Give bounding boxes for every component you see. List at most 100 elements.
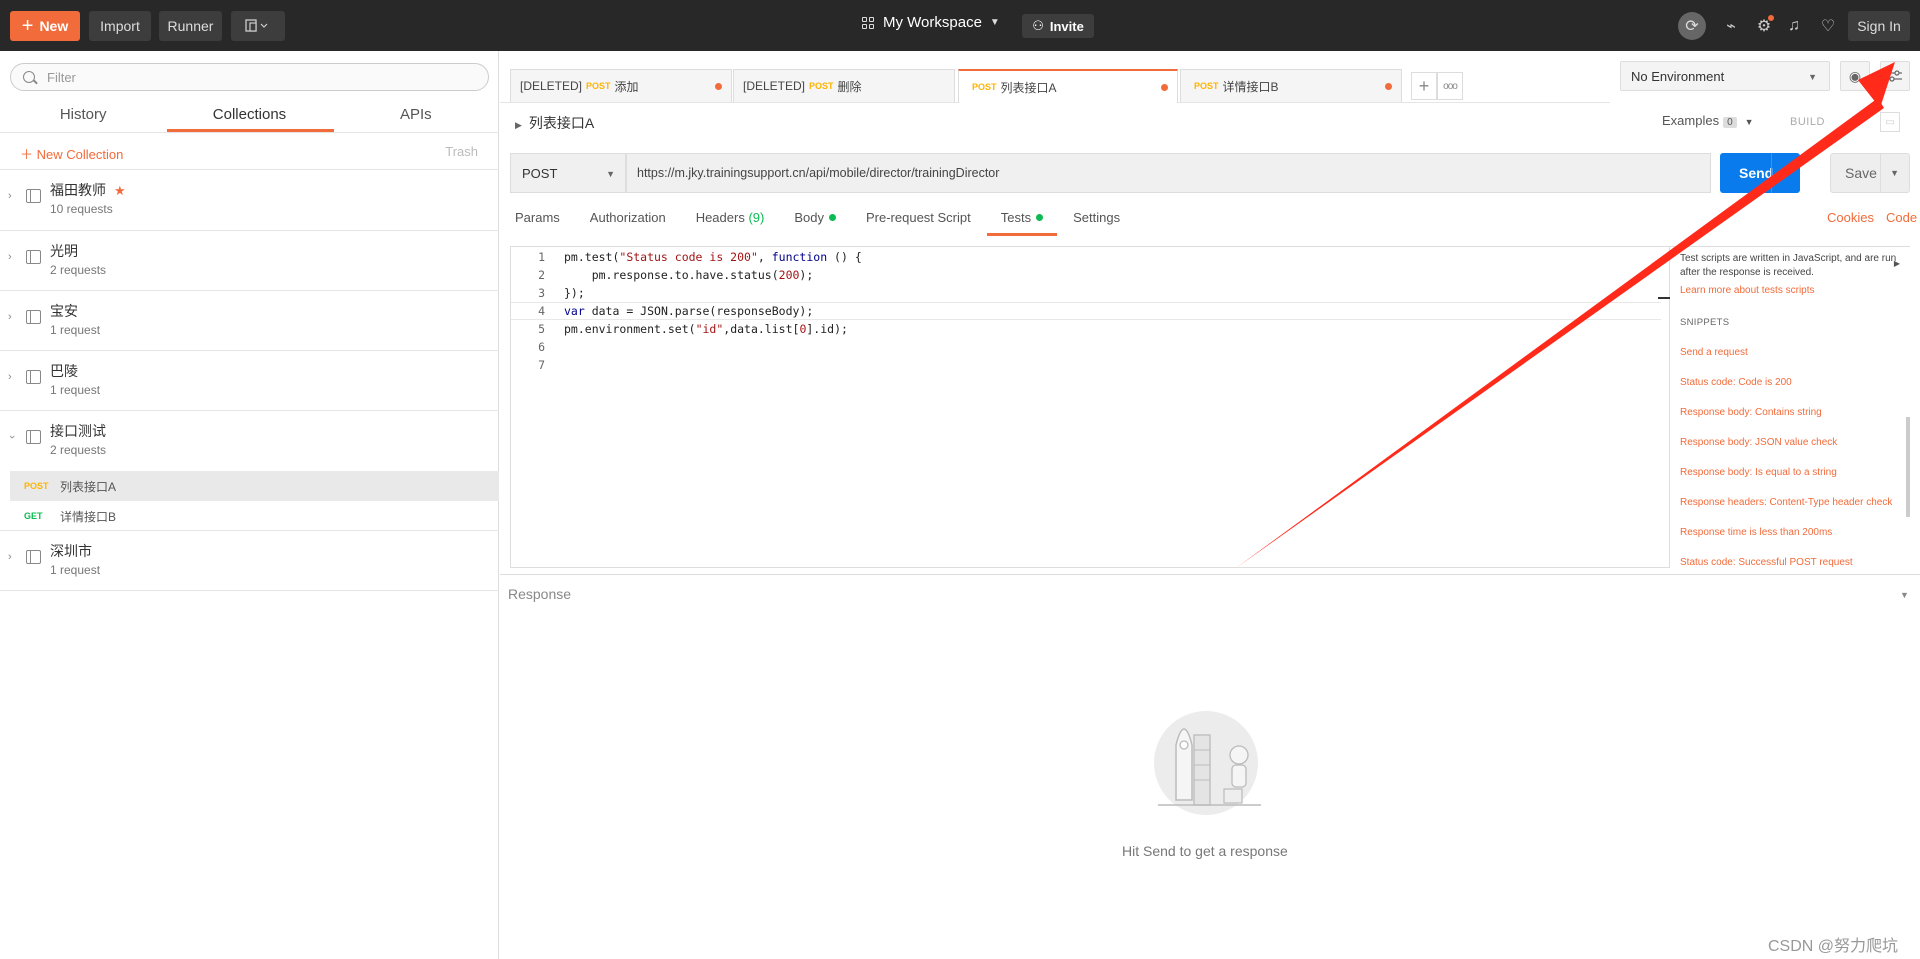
add-tab-button[interactable]: + [1411,72,1437,100]
chevron-down-icon[interactable]: ▼ [1781,167,1790,177]
settings-icon[interactable]: ⚙ [1751,13,1777,39]
new-window-button[interactable] [231,11,285,41]
request-tab[interactable]: POST 详情接口B [1180,69,1402,102]
invite-button[interactable]: ⚇ Invite [1022,14,1094,38]
editor-scrollbar[interactable] [1658,297,1670,299]
snippets-header: SNIPPETS [1680,317,1730,328]
snippet-item[interactable]: Response body: JSON value check [1680,437,1837,448]
request-tab-active[interactable]: POST 列表接口A [958,69,1178,103]
snippet-item[interactable]: Response body: Is equal to a string [1680,467,1837,478]
url-input[interactable]: https://m.jky.trainingsupport.cn/api/mob… [626,153,1711,193]
collection-item[interactable]: › 接口测试 2 requests [0,411,499,469]
snippets-panel: Test scripts are written in JavaScript, … [1670,246,1910,568]
response-divider[interactable] [500,574,1920,575]
chevron-right-icon: › [8,251,12,263]
tab-history[interactable]: History [0,101,166,131]
request-tab[interactable]: [DELETED] POST 删除 [733,69,955,102]
collection-item[interactable]: › 巴陵 1 request [0,351,499,409]
snippet-item[interactable]: Response headers: Content-Type header ch… [1680,497,1892,508]
environment-select[interactable]: No Environment ▼ [1620,61,1830,91]
chevron-down-icon[interactable]: ▼ [1900,590,1909,600]
comments-icon[interactable]: ▭ [1880,112,1900,132]
request-item[interactable]: POST 列表接口A [10,471,499,501]
code-line: 6 [538,340,545,354]
tab-collections[interactable]: Collections [166,101,334,132]
request-tabs-bar: [DELETED] POST 添加 [DELETED] POST 删除 POST 列表接口… [500,51,1610,103]
code-line: 3}); [538,286,585,300]
folder-icon [26,189,41,203]
request-item[interactable]: GET 详情接口B [10,501,499,531]
snippet-item[interactable]: Response body: Contains string [1680,407,1822,418]
sync-icon[interactable]: ⟳ [1678,12,1706,40]
bell-icon[interactable]: ♫ [1781,13,1807,39]
collection-item[interactable]: › 福田教师 ★ 10 requests [0,170,499,228]
status-dot-icon [1036,214,1044,221]
collection-item[interactable]: › 宝安 1 request [0,291,499,349]
runner-button[interactable]: Runner [159,11,222,41]
sidebar-tabs: History Collections APIs [0,101,499,132]
star-icon[interactable]: ★ [114,183,126,198]
heart-icon[interactable]: ♡ [1815,13,1841,39]
folder-open-icon [26,430,41,444]
code-line: 1 pm.test("Status code is 200", function … [538,250,862,264]
send-button[interactable]: Send ▼ [1720,153,1800,193]
folder-icon [26,370,41,384]
save-button[interactable]: Save ▼ [1830,153,1910,193]
chevron-right-icon: › [8,190,12,202]
tab-settings[interactable]: Settings [1073,210,1120,236]
tab-tests[interactable]: Tests [986,210,1058,236]
folder-icon [26,250,41,264]
learn-more-link[interactable]: Learn more about tests scripts [1680,285,1815,296]
snippet-item[interactable]: Response time is less than 200ms [1680,527,1832,538]
import-button[interactable]: Import [89,11,151,41]
tab-body[interactable]: Body [794,210,836,236]
code-line: 2 pm.response.to.have.status(200); [538,268,814,282]
chevron-down-icon: ▼ [1808,72,1817,82]
workspace-switcher[interactable]: My Workspace ▼ [862,14,1000,31]
caret-right-icon[interactable]: ▶ [1894,259,1900,268]
examples-dropdown[interactable]: Examples 0 ▼ [1662,113,1754,128]
build-label[interactable]: BUILD [1790,116,1825,128]
snippets-scrollbar[interactable] [1906,417,1910,517]
tab-headers[interactable]: Headers (9) [696,210,765,236]
new-button[interactable]: + New [10,11,80,41]
sign-in-button[interactable]: Sign In [1848,11,1910,41]
search-icon [23,71,35,83]
filter-input[interactable]: Filter [10,63,489,91]
empty-response-hint: Hit Send to get a response [1122,843,1288,859]
tab-apis[interactable]: APIs [333,101,499,131]
trash-link[interactable]: Trash [445,144,478,159]
caret-right-icon: ▶ [515,120,522,130]
satellite-icon[interactable]: ⌁ [1718,13,1744,39]
code-line: 5 pm.environment.set("id",data.list[0].id… [538,322,848,336]
code-line: 4 var data = JSON.parse(responseBody); [511,302,1661,320]
unsaved-dot-icon [715,83,722,90]
sidebar: Filter History Collections APIs ＋ New Co… [0,51,499,959]
chevron-down-icon[interactable]: ▼ [1890,168,1899,178]
unsaved-dot-icon [1161,84,1168,91]
cookies-code-links: Cookies Code [1827,210,1917,225]
chevron-right-icon: › [8,311,12,323]
folder-icon [26,550,41,564]
tab-params[interactable]: Params [515,210,560,236]
cookies-link[interactable]: Cookies [1827,210,1874,225]
tab-prerequest-script[interactable]: Pre-request Script [866,210,971,236]
method-select[interactable]: POST ▼ [510,153,626,193]
environment-quick-look-button[interactable]: ◉ [1840,61,1870,91]
request-tab[interactable]: [DELETED] POST 添加 [510,69,732,102]
snippet-item[interactable]: Status code: Successful POST request [1680,557,1853,568]
snippet-item[interactable]: Send a request [1680,347,1748,358]
tab-authorization[interactable]: Authorization [590,210,666,236]
manage-environments-button[interactable] [1880,61,1910,91]
more-tabs-button[interactable]: ooo [1437,72,1463,100]
collection-item[interactable]: › 光明 2 requests [0,231,499,289]
request-name[interactable]: ▶ 列表接口A [515,113,594,133]
code-link[interactable]: Code [1886,210,1917,225]
chevron-down-icon: ▼ [1744,117,1754,127]
rocket-illustration-icon [1154,711,1261,815]
snippet-item[interactable]: Status code: Code is 200 [1680,377,1792,388]
new-collection-button[interactable]: ＋ New Collection [20,144,123,163]
tests-code-editor[interactable]: 1 pm.test("Status code is 200", function … [510,246,1670,568]
collection-item[interactable]: › 深圳市 1 request [0,531,499,589]
request-subtabs: Params Authorization Headers (9) Body Pr… [515,210,1150,236]
